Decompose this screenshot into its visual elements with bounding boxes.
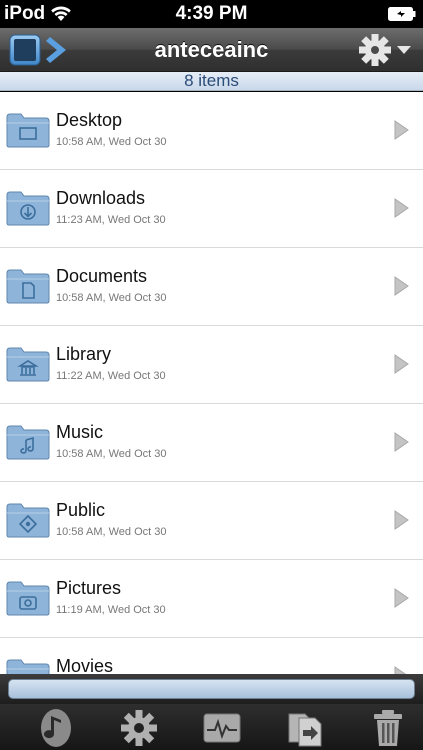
file-row-documents[interactable]: Documents 10:58 AM, Wed Oct 30 <box>0 248 423 326</box>
file-modified-date: 10:58 AM, Wed Oct 30 <box>56 136 167 148</box>
file-row-music[interactable]: Music 10:58 AM, Wed Oct 30 <box>0 404 423 482</box>
item-count-label: 8 items <box>0 72 423 91</box>
desktop-folder-icon <box>6 113 50 148</box>
page-title: anteceainc <box>154 37 269 62</box>
file-name: Library <box>56 344 112 364</box>
file-modified-date: 11:22 AM, Wed Oct 30 <box>56 370 166 382</box>
music-folder-icon <box>6 425 50 460</box>
file-name: Downloads <box>56 188 146 208</box>
disclosure-arrow-icon[interactable] <box>393 588 409 608</box>
file-modified-date: 11:23 AM, Wed Oct 30 <box>56 214 166 226</box>
documents-folder-icon <box>6 269 50 304</box>
status-bar: iPod 4:39 PM <box>0 0 423 28</box>
file-name: Movies <box>56 656 114 674</box>
file-modified-date: 10:58 AM, Wed Oct 30 <box>56 448 167 460</box>
file-name: Music <box>56 422 104 442</box>
file-row-library[interactable]: Library 11:22 AM, Wed Oct 30 <box>0 326 423 404</box>
back-to-root-button[interactable] <box>8 33 72 67</box>
transfer-progress-strip <box>0 674 423 704</box>
file-modified-date: 10:58 AM, Wed Oct 30 <box>56 526 167 538</box>
transfer-progress-track <box>8 679 415 699</box>
navigation-bar: anteceainc <box>0 28 423 72</box>
disclosure-arrow-icon[interactable] <box>393 120 409 140</box>
pictures-folder-icon <box>6 581 50 616</box>
file-list[interactable]: Desktop 10:58 AM, Wed Oct 30 Downloads 11:2… <box>0 92 423 674</box>
settings-dropdown-button[interactable] <box>355 31 415 69</box>
movies-folder-icon <box>6 659 50 674</box>
public-folder-icon <box>6 503 50 538</box>
file-name: Public <box>56 500 106 520</box>
file-row-public[interactable]: Public 10:58 AM, Wed Oct 30 <box>0 482 423 560</box>
disclosure-arrow-icon[interactable] <box>393 666 409 674</box>
file-row-movies[interactable]: Movies <box>0 638 423 674</box>
disclosure-arrow-icon[interactable] <box>393 276 409 296</box>
file-row-desktop[interactable]: Desktop 10:58 AM, Wed Oct 30 <box>0 92 423 170</box>
disclosure-arrow-icon[interactable] <box>393 354 409 374</box>
file-name: Pictures <box>56 578 122 598</box>
file-name: Documents <box>56 266 148 286</box>
activity-monitor-icon[interactable] <box>200 708 244 748</box>
file-modified-date: 11:19 AM, Wed Oct 30 <box>56 604 166 616</box>
disclosure-arrow-icon[interactable] <box>393 198 409 218</box>
downloads-folder-icon <box>6 191 50 226</box>
trash-icon[interactable] <box>366 708 410 748</box>
file-row-pictures[interactable]: Pictures 11:19 AM, Wed Oct 30 <box>0 560 423 638</box>
settings-gear-icon[interactable] <box>117 708 161 748</box>
file-row-downloads[interactable]: Downloads 11:23 AM, Wed Oct 30 <box>0 170 423 248</box>
bottom-toolbar <box>0 704 423 750</box>
battery-charging-icon <box>388 7 416 21</box>
clock-time: 4:39 PM <box>175 3 248 24</box>
library-folder-icon <box>6 347 50 382</box>
music-note-icon[interactable] <box>34 708 78 748</box>
disclosure-arrow-icon[interactable] <box>393 510 409 530</box>
file-name: Desktop <box>56 110 123 130</box>
disclosure-arrow-icon[interactable] <box>393 432 409 452</box>
file-modified-date: 10:58 AM, Wed Oct 30 <box>56 292 167 304</box>
transfer-files-icon[interactable] <box>283 708 327 748</box>
